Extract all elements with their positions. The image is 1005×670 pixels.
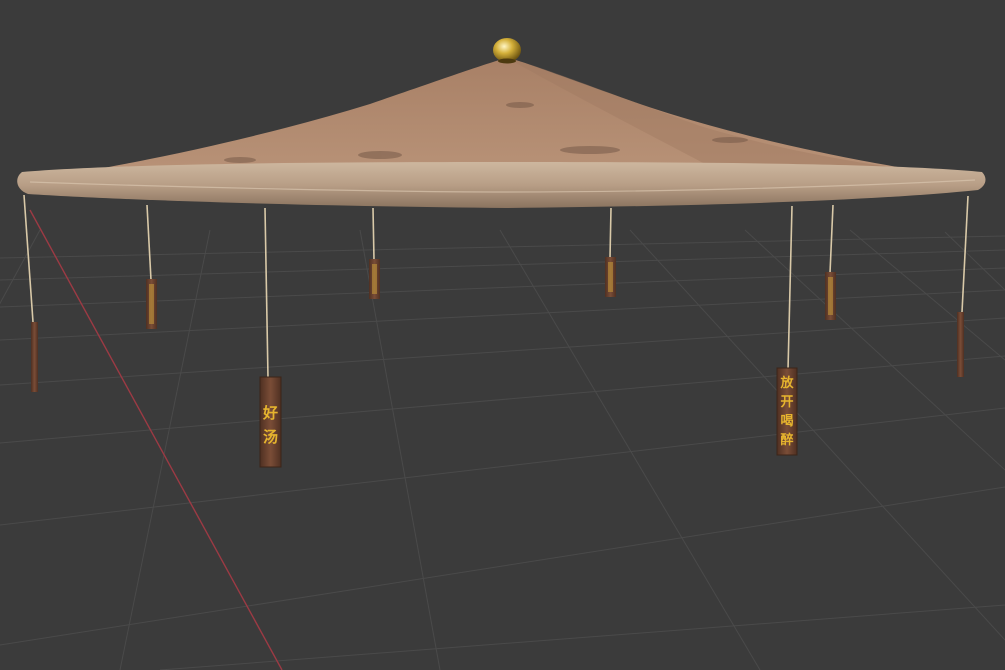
viewport-canvas[interactable]: 好 汤 放 开 喝 醉 bbox=[0, 0, 1005, 670]
gold-finial bbox=[493, 38, 521, 62]
tag-far-left[interactable] bbox=[31, 322, 38, 392]
tag-back-left[interactable] bbox=[369, 259, 380, 299]
tag-char: 喝 bbox=[780, 414, 793, 429]
tag-far-right[interactable] bbox=[957, 312, 964, 377]
tag-front-right[interactable]: 放 开 喝 醉 bbox=[776, 367, 798, 456]
bamboo-hat[interactable] bbox=[17, 38, 986, 208]
tag-front-left[interactable]: 好 汤 bbox=[259, 376, 282, 468]
tag-char: 汤 bbox=[263, 428, 278, 446]
tag-back-right[interactable] bbox=[605, 257, 616, 297]
tag-char: 好 bbox=[262, 404, 278, 422]
hat-brim bbox=[17, 162, 986, 208]
tag-char: 放 bbox=[779, 375, 794, 391]
tag-right-mid[interactable] bbox=[825, 272, 836, 320]
tag-left-mid[interactable] bbox=[146, 279, 157, 329]
tag-char: 开 bbox=[780, 395, 793, 410]
tag-char: 醉 bbox=[780, 432, 793, 448]
3d-viewport[interactable]: 好 汤 放 开 喝 醉 bbox=[0, 0, 1005, 670]
